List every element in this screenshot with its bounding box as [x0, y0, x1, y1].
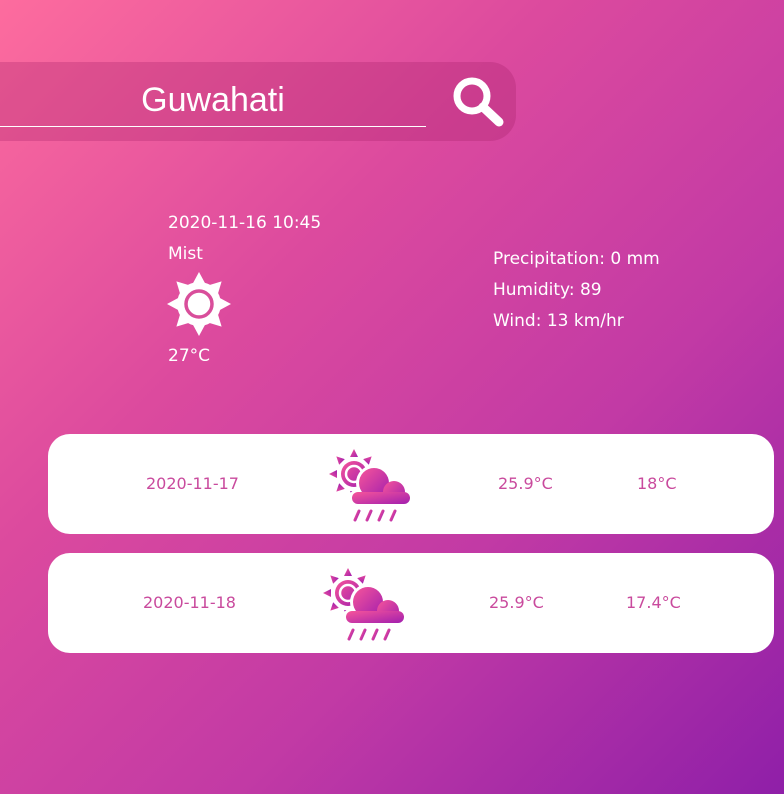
search-bar — [0, 62, 516, 141]
wind-text: Wind: 13 km/hr — [493, 311, 624, 331]
forecast-date: 2020-11-18 — [143, 593, 236, 612]
search-input[interactable] — [0, 75, 426, 127]
sun-cloud-rain-icon — [329, 449, 413, 522]
sun-cloud-rain-icon — [323, 568, 407, 641]
forecast-max-temp: 25.9°C — [498, 474, 553, 493]
forecast-card: 2020-11-18 25.9°C 17.4°C — [48, 553, 774, 653]
search-icon — [453, 77, 504, 127]
forecast-date: 2020-11-17 — [146, 474, 239, 493]
current-weather: 2020-11-16 10:45 Mist 27°C — [167, 210, 388, 369]
forecast-max-temp: 25.9°C — [489, 593, 544, 612]
forecast-min-temp: 18°C — [637, 474, 677, 493]
search-button[interactable] — [448, 74, 508, 128]
precipitation-text: Precipitation: 0 mm — [493, 249, 660, 269]
forecast-card: 2020-11-17 25.9°C 18°C — [48, 434, 774, 534]
current-condition: Mist — [168, 244, 203, 264]
forecast-min-temp: 17.4°C — [626, 593, 681, 612]
humidity-text: Humidity: 89 — [493, 280, 602, 300]
weather-details: Precipitation: 0 mm Humidity: 89 Wind: 1… — [493, 244, 753, 337]
current-temperature: 27°C — [168, 346, 211, 366]
sun-icon — [167, 272, 231, 336]
current-datetime: 2020-11-16 10:45 — [168, 213, 322, 233]
